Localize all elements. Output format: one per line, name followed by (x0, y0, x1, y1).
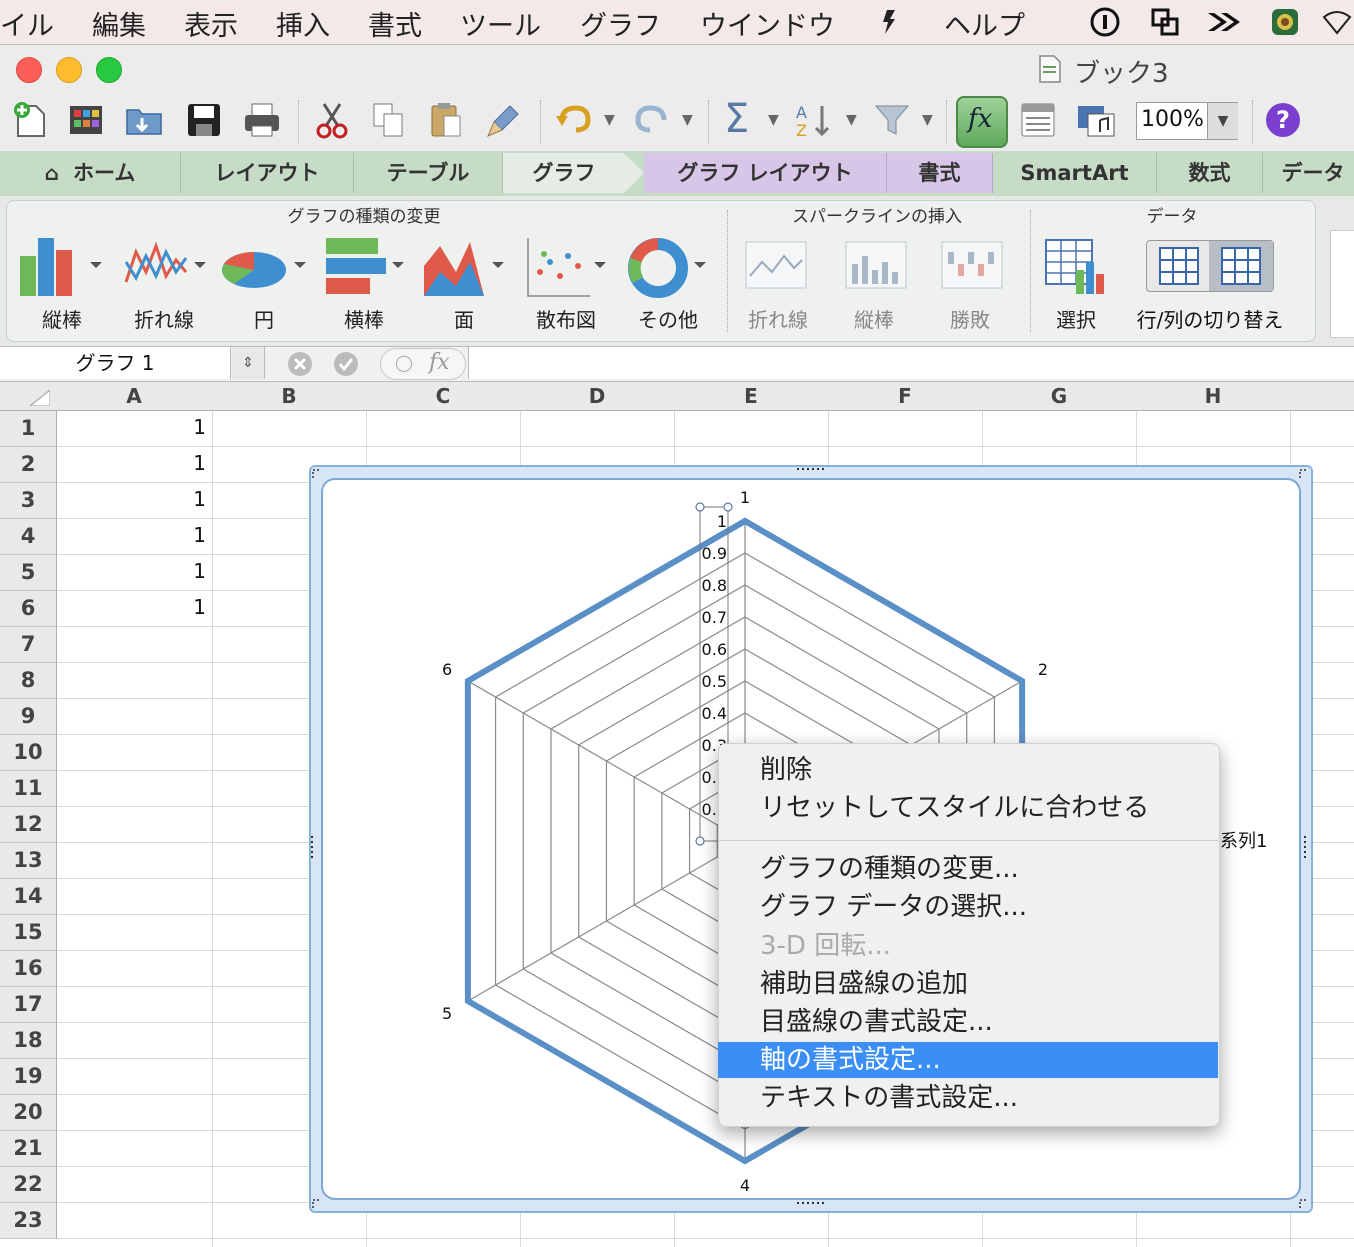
legend-entry: 系列1 (1220, 831, 1268, 852)
axis-selection-handle[interactable] (695, 836, 705, 846)
menu-item-delete[interactable]: 削除 (718, 752, 1218, 788)
corner-resize-handle[interactable] (312, 469, 321, 478)
menu-item-3d-rotation: 3-D 回転... (760, 931, 892, 961)
axis-tick-label: 0.4 (702, 704, 727, 723)
axis-selection-handle[interactable] (695, 502, 705, 512)
menu-item-change-chart-type[interactable]: グラフの種類の変更... (718, 851, 1218, 887)
axis-selection-handle[interactable] (723, 502, 733, 512)
category-label-1: 1 (740, 488, 750, 507)
corner-resize-handle[interactable] (312, 1199, 321, 1208)
axis-tick-label: 1 (717, 512, 727, 531)
corner-resize-handle[interactable] (1299, 1199, 1308, 1208)
axis-tick-label: 0.8 (702, 576, 727, 595)
axis-tick-label: 0.7 (702, 608, 727, 627)
menu-separator (718, 840, 1218, 841)
menu-item-add-minor-gridlines[interactable]: 補助目盛線の追加 (718, 966, 1218, 1002)
axis-tick-label: 0.6 (702, 640, 727, 659)
menu-item-format-gridlines[interactable]: 目盛線の書式設定... (718, 1004, 1218, 1040)
category-label-2: 2 (1038, 660, 1048, 679)
corner-resize-handle[interactable] (1299, 469, 1308, 478)
category-label-5: 5 (442, 1004, 452, 1023)
category-label-6: 6 (442, 660, 452, 679)
category-label-4: 4 (740, 1176, 750, 1195)
menu-item-reset-style[interactable]: リセットしてスタイルに合わせる (718, 790, 1218, 826)
axis-tick-label: 0.9 (702, 544, 727, 563)
menu-item-select-data[interactable]: グラフ データの選択... (718, 889, 1218, 925)
menu-item-format-text[interactable]: テキストの書式設定... (718, 1080, 1218, 1116)
axis-tick-label: 0.5 (702, 672, 727, 691)
menu-item-format-axis[interactable]: 軸の書式設定... (718, 1042, 1218, 1078)
